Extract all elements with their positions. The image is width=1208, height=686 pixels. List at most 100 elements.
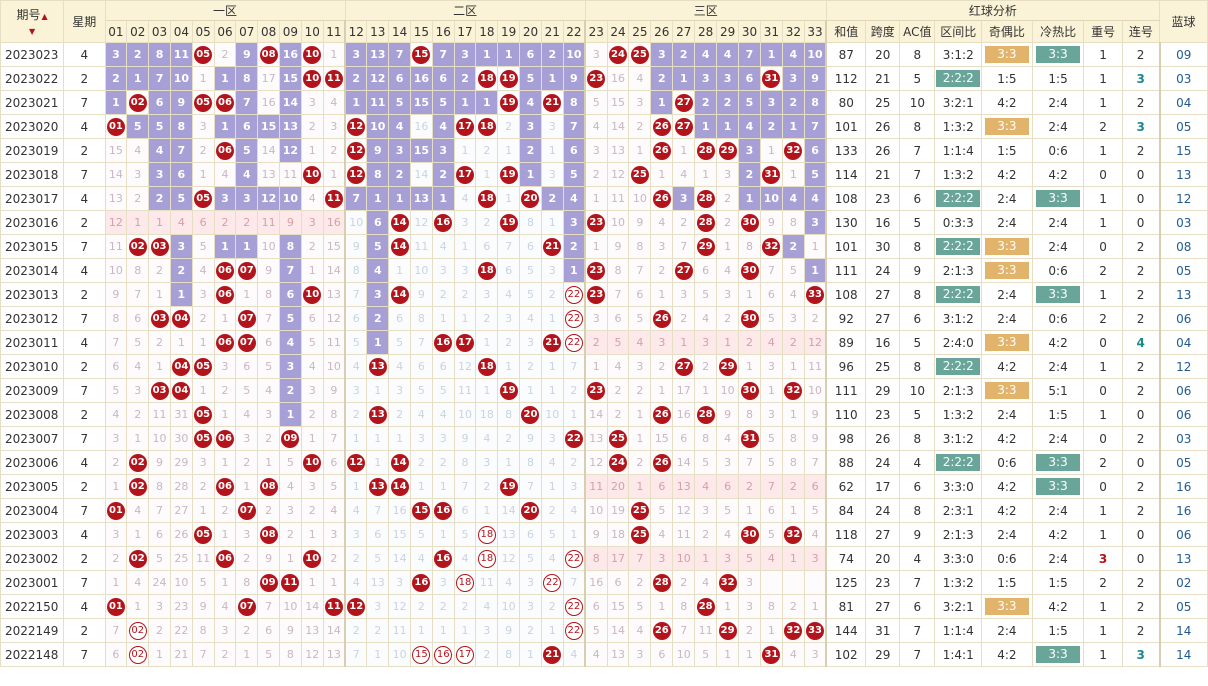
red-ball: 11: [281, 573, 300, 592]
miss-cell: 4: [126, 138, 150, 163]
drawn-ball-cell: 05: [191, 42, 215, 67]
sum-cell: 108: [825, 282, 867, 307]
repeat-count-cell: 1: [1083, 498, 1123, 523]
red-ball: 16: [412, 573, 431, 592]
miss-cell: 2: [475, 138, 499, 163]
miss-cell: 1: [300, 570, 324, 595]
red-ball: 05: [194, 189, 213, 208]
red-ball: 19: [499, 69, 518, 88]
drawn-ball-cell: 10: [300, 42, 324, 67]
number-header-30: 30: [738, 20, 761, 43]
issue-header[interactable]: 期号▲ ▼: [0, 0, 65, 43]
hot-cold-cell: 3:3: [1031, 282, 1085, 307]
red-ball: 07: [237, 597, 256, 616]
miss-cell: 5: [628, 306, 652, 331]
miss-cell: 5: [453, 522, 477, 547]
trend-bar-cell: 14: [279, 90, 302, 115]
miss-cell: 4: [126, 570, 150, 595]
miss-cell: 3: [759, 402, 783, 427]
trend-bar-cell: 12: [366, 66, 390, 91]
trend-bar-cell: 1: [519, 162, 542, 187]
zone-ratio-cell: 1:3:2: [934, 570, 983, 595]
red-ball: 23: [587, 285, 606, 304]
trend-bar-cell: 2: [540, 42, 564, 67]
drawn-ball-cell: 12: [344, 162, 368, 187]
miss-cell-highlight: 20: [606, 474, 630, 499]
repeat-ball-cell: 22: [562, 618, 586, 643]
sum-cell: 96: [825, 354, 867, 379]
miss-cell-highlight: 6: [803, 474, 827, 499]
trend-bar-cell: 13: [366, 42, 390, 67]
miss-cell: 1: [759, 618, 783, 643]
consecutive-count-cell: 2: [1121, 498, 1161, 523]
red-ball: 08: [259, 45, 278, 64]
miss-cell: 2: [628, 570, 652, 595]
hot-cold-cell: 2:4: [1031, 114, 1085, 139]
miss-cell: 2: [388, 402, 411, 427]
drawn-ball-cell: 32: [716, 570, 740, 595]
blue-ball-cell: 13: [1158, 162, 1208, 187]
zone-ratio-cell: 3:3:0: [934, 474, 983, 499]
trend-bar-cell: 7: [738, 42, 761, 67]
miss-cell: 1: [759, 378, 783, 403]
miss-cell: 1: [235, 474, 259, 499]
miss-cell: 2: [453, 282, 477, 307]
trend-bar-cell: 1: [126, 66, 150, 91]
miss-cell: 13: [257, 162, 280, 187]
hot-cold-cell-value: 0:6: [1048, 263, 1068, 278]
ac-cell: 5: [899, 402, 936, 427]
miss-cell: 1: [279, 546, 302, 571]
blue-ball-cell: 14: [1158, 642, 1208, 667]
trend-bar-cell: 8: [562, 90, 586, 115]
miss-cell: 10: [169, 570, 193, 595]
drawn-ball-cell: 25: [628, 42, 652, 67]
drawn-ball-cell: 16: [431, 210, 455, 235]
miss-cell: 3: [584, 138, 608, 163]
drawn-ball-cell: 19: [497, 66, 521, 91]
trend-bar-cell: 6: [279, 282, 302, 307]
red-ball: 30: [740, 309, 759, 328]
drawn-ball-cell: 13: [366, 354, 390, 379]
miss-cell: 1: [694, 378, 718, 403]
trend-bar-cell: 7: [803, 114, 827, 139]
span-cell: 16: [865, 330, 901, 355]
zone-ratio-cell-value: 2:2:2: [936, 286, 981, 303]
sum-cell: 112: [825, 66, 867, 91]
ac-cell: 10: [899, 90, 936, 115]
miss-cell: 26: [169, 522, 193, 547]
miss-cell: 3: [716, 282, 740, 307]
drawn-ball-cell: 16: [431, 330, 455, 355]
number-header-33: 33: [803, 20, 827, 43]
miss-cell: 2: [300, 234, 324, 259]
miss-cell: 12: [322, 306, 346, 331]
miss-cell: 2: [126, 402, 150, 427]
zone-ratio-cell: 2:2:2: [934, 186, 983, 211]
drawn-ball-cell: 09: [279, 426, 302, 451]
miss-cell: 6: [366, 522, 390, 547]
miss-cell: 9: [148, 450, 171, 475]
miss-cell: 3: [453, 210, 477, 235]
miss-cell: 11: [475, 570, 499, 595]
lottery-trend-table: 期号▲ ▼ 星期 一区 二区 三区 红球分析 蓝球 01 02 03 04 05 06 07 0…: [0, 0, 1208, 686]
hot-cold-cell: 0:6: [1031, 258, 1085, 283]
zone-ratio-cell-value: 1:3:2: [942, 407, 974, 422]
miss-cell: 2: [716, 306, 740, 331]
drawn-ball-cell: 28: [650, 570, 674, 595]
miss-cell: 1: [366, 642, 390, 667]
miss-cell: 14: [584, 402, 608, 427]
miss-cell: 14: [409, 162, 433, 187]
miss-cell: 1: [475, 498, 499, 523]
table-row: 2023006 4 2 02 9 29 3 1 2 1 5 10 6 12 1 14 2 2 8 3 1 8 4 2 12 24 2…: [0, 450, 1208, 475]
odd-even-cell: 3:3: [981, 378, 1033, 403]
hot-cold-cell: 5:1: [1031, 378, 1085, 403]
odd-even-cell-value: 2:4: [997, 527, 1017, 542]
drawn-ball-cell: 30: [738, 378, 761, 403]
drawn-ball-cell: 11: [322, 186, 346, 211]
miss-cell: 1: [431, 474, 455, 499]
table-row: 2023023 4 3 2 8 11 05 2 9 08 16 10 1 3 13 7 15 7 3 1 1 6 2 10 3 2…: [0, 42, 1208, 67]
miss-cell-highlight: 7: [759, 474, 783, 499]
miss-cell: 14: [104, 162, 128, 187]
miss-cell: 5: [344, 330, 368, 355]
drawn-ball-cell: 14: [388, 282, 411, 307]
miss-cell: 4: [475, 594, 499, 619]
